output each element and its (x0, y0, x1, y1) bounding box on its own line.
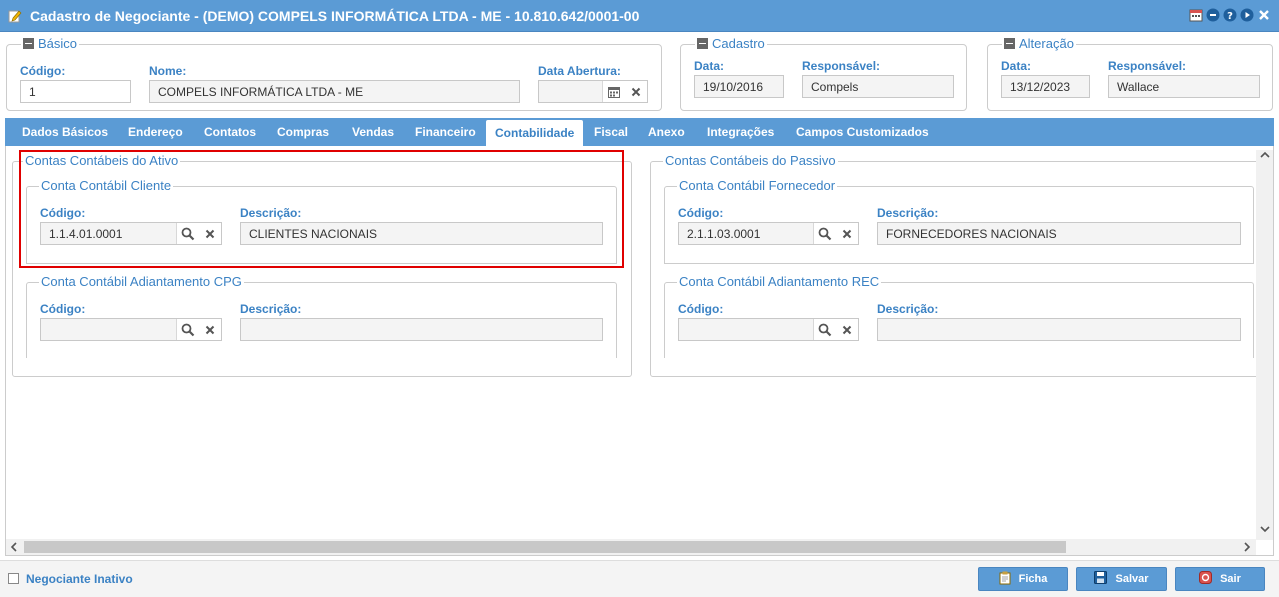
fornecedor-codigo-label: Código: (678, 206, 724, 220)
tab-contabilidade[interactable]: Contabilidade (486, 120, 584, 147)
data-abertura-label: Data Abertura: (538, 64, 621, 78)
tab-dados-basicos[interactable]: Dados Básicos (22, 118, 108, 146)
tab-integracoes[interactable]: Integrações (707, 118, 774, 146)
adiantamento-cpg-legend: Conta Contábil Adiantamento CPG (39, 274, 244, 289)
window-title: Cadastro de Negociante - (DEMO) COMPELS … (30, 7, 640, 24)
tab-anexo[interactable]: Anexo (648, 118, 685, 146)
sair-label: Sair (1220, 573, 1241, 585)
alteracao-data-label: Data: (1001, 59, 1032, 73)
cadastro-responsavel-label: Responsável: (802, 59, 881, 73)
salvar-button[interactable]: Salvar (1076, 567, 1167, 591)
nome-field[interactable]: COMPELS INFORMÁTICA LTDA - ME (149, 80, 520, 103)
data-abertura-value[interactable] (539, 81, 603, 102)
cpg-descricao-label: Descrição: (240, 302, 302, 316)
tab-fiscal[interactable]: Fiscal (594, 118, 628, 146)
cadastro-data-label: Data: (694, 59, 725, 73)
rec-descricao-label: Descrição: (877, 302, 939, 316)
clear-icon[interactable] (625, 81, 647, 102)
alteracao-legend: Alteração (1019, 36, 1074, 51)
exit-icon (1199, 571, 1213, 587)
alteracao-responsavel-label: Responsável: (1108, 59, 1187, 73)
salvar-label: Salvar (1115, 573, 1149, 585)
rec-codigo-field[interactable] (678, 318, 859, 341)
cadastro-responsavel-field: Compels (802, 75, 954, 98)
scroll-down-icon[interactable] (1260, 524, 1270, 537)
clear-icon[interactable] (836, 223, 858, 244)
basico-legend: Básico (38, 36, 78, 51)
tab-compras[interactable]: Compras (277, 118, 329, 146)
cadastro-data-field: 19/10/2016 (694, 75, 784, 98)
horizontal-scroll-thumb[interactable] (24, 541, 1066, 553)
clear-icon[interactable] (199, 319, 221, 340)
cpg-codigo-field[interactable] (40, 318, 222, 341)
scroll-left-icon[interactable] (9, 542, 19, 555)
edit-document-icon (8, 9, 22, 23)
collapse-icon[interactable] (1004, 38, 1015, 49)
tab-contatos[interactable]: Contatos (204, 118, 256, 146)
calendar-icon[interactable] (1189, 8, 1203, 22)
codigo-label: Código: (20, 64, 66, 78)
nome-label: Nome: (149, 64, 187, 78)
save-icon (1094, 571, 1108, 587)
calendar-icon[interactable] (603, 81, 625, 102)
fornecedor-descricao-field: FORNECEDORES NACIONAIS (877, 222, 1241, 245)
fornecedor-codigo-field[interactable]: 2.1.1.03.0001 (678, 222, 859, 245)
play-icon[interactable] (1240, 8, 1254, 22)
ficha-label: Ficha (1018, 573, 1048, 585)
tab-endereco[interactable]: Endereço (128, 118, 183, 146)
ficha-button[interactable]: Ficha (978, 567, 1068, 591)
codigo-field[interactable]: 1 (20, 80, 131, 103)
cpg-codigo-label: Código: (40, 302, 86, 316)
rec-codigo-label: Código: (678, 302, 724, 316)
fornecedor-legend: Conta Contábil Fornecedor (677, 178, 838, 193)
alteracao-responsavel-field: Wallace (1108, 75, 1260, 98)
cpg-descricao-field (240, 318, 603, 341)
fornecedor-codigo-value[interactable]: 2.1.1.03.0001 (679, 223, 814, 244)
sair-button[interactable]: Sair (1175, 567, 1265, 591)
passivo-legend: Contas Contábeis do Passivo (663, 153, 838, 168)
fornecedor-descricao-label: Descrição: (877, 206, 939, 220)
close-icon[interactable] (1257, 8, 1271, 22)
footer-bar: Negociante Inativo Ficha Salvar Sair (0, 560, 1279, 597)
highlight-box (19, 150, 624, 268)
rec-descricao-field (877, 318, 1241, 341)
scroll-right-icon[interactable] (1242, 542, 1252, 555)
svg-text:?: ? (1227, 11, 1233, 22)
adiantamento-rec-legend: Conta Contábil Adiantamento REC (677, 274, 882, 289)
alteracao-data-field: 13/12/2023 (1001, 75, 1090, 98)
help-icon[interactable]: ? (1223, 8, 1237, 22)
negociante-inativo-label[interactable]: Negociante Inativo (26, 572, 133, 586)
horizontal-scrollbar[interactable] (6, 539, 1256, 555)
data-abertura-field[interactable] (538, 80, 648, 103)
tab-vendas[interactable]: Vendas (352, 118, 394, 146)
cadastro-legend: Cadastro (712, 36, 765, 51)
vertical-scrollbar[interactable] (1256, 150, 1273, 540)
scroll-up-icon[interactable] (1260, 150, 1270, 163)
collapse-icon[interactable] (697, 38, 708, 49)
search-icon[interactable] (177, 319, 199, 340)
rec-codigo-value[interactable] (679, 319, 814, 340)
minimize-icon[interactable] (1206, 8, 1220, 22)
negociante-inativo-checkbox[interactable] (8, 573, 19, 584)
tab-campos-customizados[interactable]: Campos Customizados (796, 118, 929, 146)
search-icon[interactable] (814, 223, 836, 244)
tab-financeiro[interactable]: Financeiro (415, 118, 476, 146)
tab-bar: Dados Básicos Endereço Contatos Compras … (5, 118, 1274, 147)
clear-icon[interactable] (836, 319, 858, 340)
window-titlebar: Cadastro de Negociante - (DEMO) COMPELS … (0, 0, 1279, 32)
cpg-codigo-value[interactable] (41, 319, 177, 340)
collapse-icon[interactable] (23, 38, 34, 49)
search-icon[interactable] (814, 319, 836, 340)
clipboard-icon (999, 571, 1011, 588)
